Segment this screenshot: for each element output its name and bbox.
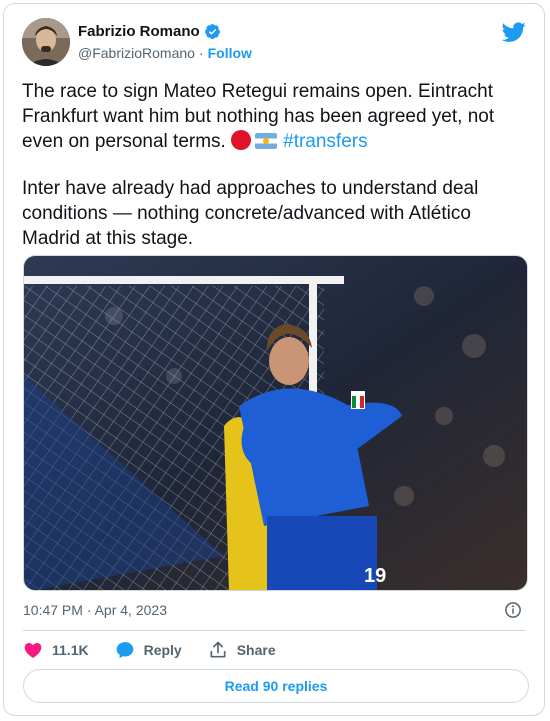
reply-bubble-icon xyxy=(116,642,133,659)
red-circle-emoji-icon xyxy=(231,130,252,150)
hashtag-link[interactable]: #transfers xyxy=(283,131,367,152)
heart-icon xyxy=(24,643,42,658)
twitter-bird-icon[interactable] xyxy=(502,20,526,44)
tweet-paragraph-1: The race to sign Mateo Retegui remains o… xyxy=(22,79,527,154)
reply-button[interactable]: Reply xyxy=(115,640,182,660)
tweet-paragraph-2: Inter have already had approaches to und… xyxy=(22,178,479,249)
avatar[interactable] xyxy=(22,18,70,66)
author-name-row[interactable]: Fabrizio Romano xyxy=(78,23,221,40)
share-label: Share xyxy=(236,642,276,658)
argentina-flag-icon xyxy=(255,133,278,149)
separator-dot: · xyxy=(198,45,204,61)
share-icon xyxy=(210,641,226,658)
reply-label: Reply xyxy=(143,642,182,658)
action-bar: 11.1K Reply Share xyxy=(23,640,302,660)
tweet-timestamp[interactable]: 10:47 PM · Apr 4, 2023 xyxy=(23,602,167,618)
avatar-image xyxy=(22,18,70,66)
share-button[interactable]: Share xyxy=(208,640,276,660)
player-photo-illustration: 19 xyxy=(24,256,527,590)
verified-badge-icon xyxy=(204,24,220,40)
tweet-card: Fabrizio Romano @FabrizioRomano · Follow… xyxy=(3,3,545,716)
handle-row: @FabrizioRomano · Follow xyxy=(78,45,252,61)
info-icon[interactable] xyxy=(504,601,522,619)
author-handle[interactable]: @FabrizioRomano xyxy=(78,45,195,61)
author-name[interactable]: Fabrizio Romano xyxy=(78,23,200,40)
jersey-number-text: 19 xyxy=(364,565,386,587)
like-count: 11.1K xyxy=(52,642,89,658)
follow-button[interactable]: Follow xyxy=(208,45,252,61)
divider xyxy=(23,630,525,631)
tweet-photo[interactable]: 19 xyxy=(23,255,528,591)
like-button[interactable]: 11.1K xyxy=(23,640,89,660)
read-replies-button[interactable]: Read 90 replies xyxy=(23,669,529,703)
